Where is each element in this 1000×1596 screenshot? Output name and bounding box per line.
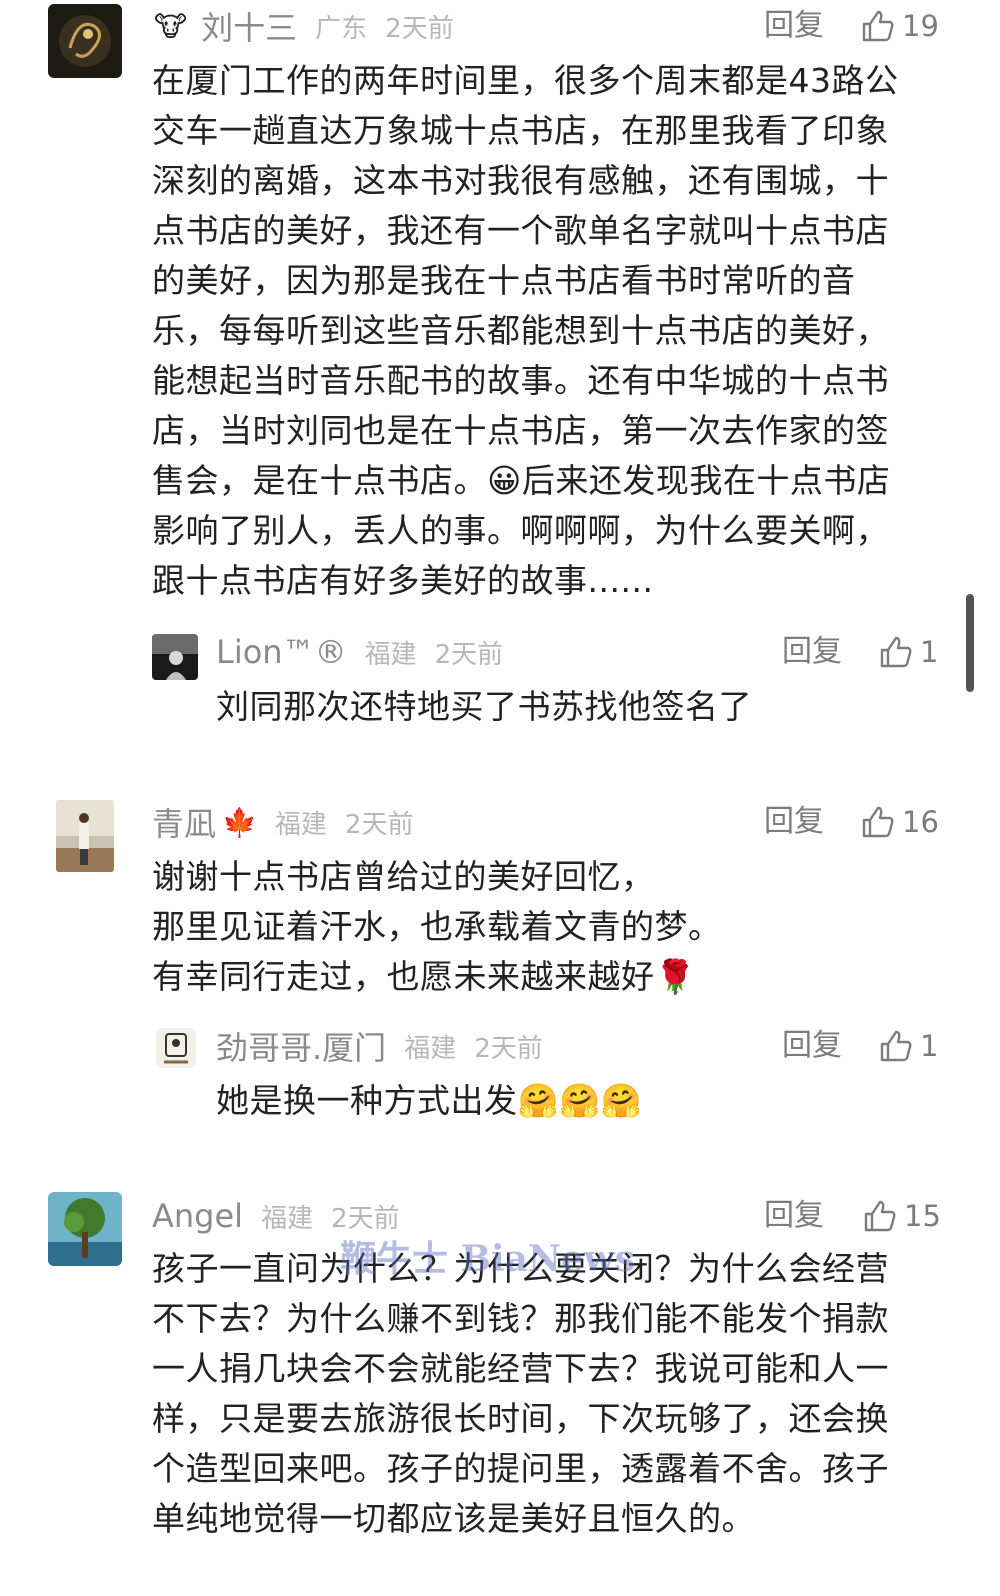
- username[interactable]: 劲哥哥.厦门: [216, 1023, 386, 1069]
- location: 福建: [364, 639, 417, 670]
- like-button[interactable]: 19: [860, 6, 939, 46]
- reply-button[interactable]: 回复: [764, 802, 824, 842]
- like-button[interactable]: 1: [878, 632, 938, 672]
- reply-meta: 劲哥哥.厦门 福建 2天前: [216, 1023, 543, 1069]
- thumbs-up-icon: [862, 806, 894, 838]
- like-button[interactable]: 15: [862, 1196, 941, 1236]
- comment-text: 谢谢十点书店曾给过的美好回忆， 那里见证着汗水，也承载着文青的梦。 有幸同行走过…: [152, 857, 722, 996]
- comment-meta: 青凪 🍁 福建 2天前: [152, 799, 414, 845]
- timestamp: 2天前: [434, 639, 504, 670]
- username[interactable]: 青凪: [152, 799, 216, 845]
- like-count: 16: [902, 805, 939, 839]
- reply-button[interactable]: 回复: [782, 1026, 842, 1066]
- reply-text: 刘同那次还特地买了书苏找他签名了: [216, 687, 752, 726]
- username[interactable]: Angel: [152, 1197, 243, 1235]
- timestamp: 2天前: [331, 1203, 400, 1234]
- reply-meta: Lion™® 福建 2天前: [216, 632, 503, 672]
- reply-button[interactable]: 回复: [764, 1196, 824, 1236]
- like-count: 19: [902, 9, 939, 43]
- location: 福建: [261, 1203, 314, 1234]
- location: 广东: [315, 13, 368, 44]
- username[interactable]: 刘十三: [201, 3, 297, 49]
- maple-leaf-icon: 🍁: [222, 805, 257, 839]
- avatar[interactable]: [152, 634, 198, 680]
- like-button[interactable]: 16: [860, 802, 939, 842]
- comment-meta: 🐮 刘十三 广东 2天前: [154, 3, 454, 49]
- thumbs-up-icon: [864, 1200, 896, 1232]
- timestamp: 2天前: [385, 13, 454, 44]
- scrollbar[interactable]: [966, 594, 974, 692]
- avatar[interactable]: [156, 1028, 196, 1068]
- thumbs-up-icon: [862, 10, 894, 42]
- location: 福建: [404, 1033, 457, 1064]
- reply-text: 她是换一种方式出发🤗🤗🤗: [216, 1081, 643, 1120]
- cow-icon: 🐮: [154, 9, 188, 43]
- comment-text: 在厦门工作的两年时间里，很多个周末都是43路公 交车一趟直达万象城十点书店，在那…: [152, 61, 899, 600]
- avatar[interactable]: [48, 1192, 122, 1266]
- thumbs-up-icon: [880, 1030, 912, 1062]
- reply-button[interactable]: 回复: [782, 632, 842, 672]
- comment-meta: Angel 福建 2天前: [152, 1196, 400, 1236]
- location: 福建: [274, 809, 327, 840]
- thumbs-up-icon: [880, 636, 912, 668]
- timestamp: 2天前: [344, 809, 414, 840]
- timestamp: 2天前: [474, 1033, 543, 1064]
- like-button[interactable]: 1: [878, 1026, 938, 1066]
- like-count: 1: [920, 635, 939, 669]
- like-count: 1: [920, 1029, 939, 1063]
- username[interactable]: Lion™®: [216, 633, 347, 671]
- avatar[interactable]: [48, 4, 122, 78]
- avatar[interactable]: [56, 800, 114, 872]
- like-count: 15: [904, 1199, 941, 1233]
- comment-text: 孩子一直问为什么？为什么要关闭？为什么会经营 不下去？为什么赚不到钱？那我们能不…: [152, 1249, 889, 1538]
- reply-button[interactable]: 回复: [764, 6, 824, 46]
